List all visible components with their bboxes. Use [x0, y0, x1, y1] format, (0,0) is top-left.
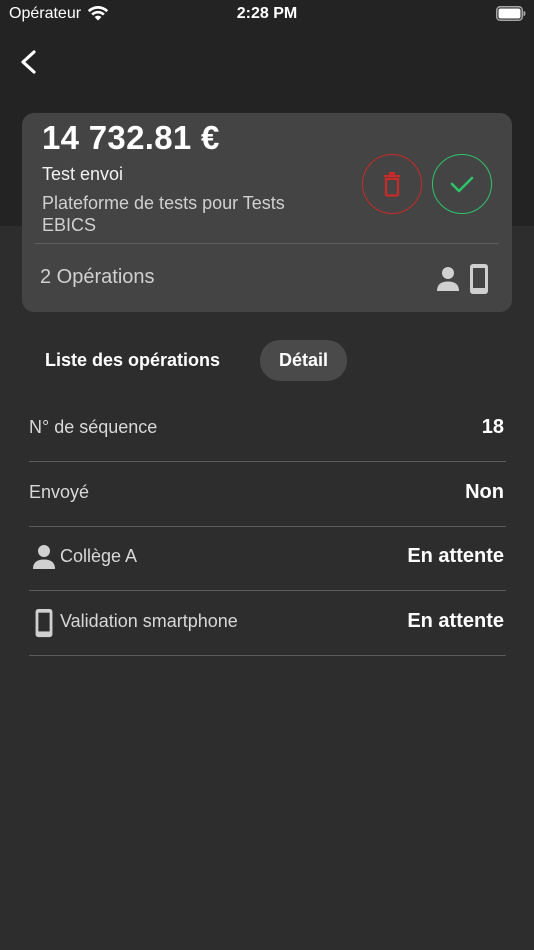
detail-row-smartphone: Validation smartphone En attente — [29, 591, 506, 656]
detail-row-sequence: N° de séquence 18 — [29, 397, 506, 462]
detail-value: 18 — [481, 416, 504, 438]
operations-count: 2 Opérations — [40, 266, 155, 288]
checkmark-icon — [450, 176, 474, 193]
smartphone-icon — [35, 608, 53, 638]
delete-button[interactable] — [362, 154, 422, 214]
detail-row-sent: Envoyé Non — [29, 462, 506, 527]
status-bar: Opérateur 2:28 PM — [0, 0, 534, 28]
back-button[interactable] — [14, 44, 48, 80]
status-time: 2:28 PM — [236, 5, 298, 22]
person-icon — [33, 545, 55, 569]
detail-value: En attente — [407, 545, 504, 567]
detail-row-college: Collège A En attente — [29, 526, 506, 591]
tab-operations-list[interactable]: Liste des opérations — [30, 340, 235, 381]
detail-label: Envoyé — [29, 482, 90, 502]
screen: Opérateur 2:28 PM 14 732.81 € Test envoi… — [0, 0, 534, 950]
detail-value: Non — [465, 481, 504, 503]
detail-label: Validation smartphone — [60, 611, 238, 631]
detail-label: Collège A — [60, 546, 138, 566]
transfer-card: 14 732.81 € Test envoi Plateforme de tes… — [22, 113, 512, 312]
validate-button[interactable] — [432, 154, 492, 214]
chevron-left-icon — [21, 50, 36, 74]
smartphone-icon — [470, 264, 488, 294]
transfer-subtitle: Plateforme de tests pour Tests EBICS — [42, 193, 285, 235]
trash-icon — [384, 172, 400, 197]
battery-icon — [496, 6, 526, 21]
transfer-amount: 14 732.81 € — [42, 119, 220, 156]
detail-label: N° de séquence — [29, 417, 158, 437]
person-icon — [437, 267, 459, 291]
detail-value: En attente — [407, 610, 504, 632]
transfer-title: Test envoi — [42, 164, 124, 184]
card-divider — [35, 243, 499, 244]
tab-detail[interactable]: Détail — [260, 340, 347, 381]
